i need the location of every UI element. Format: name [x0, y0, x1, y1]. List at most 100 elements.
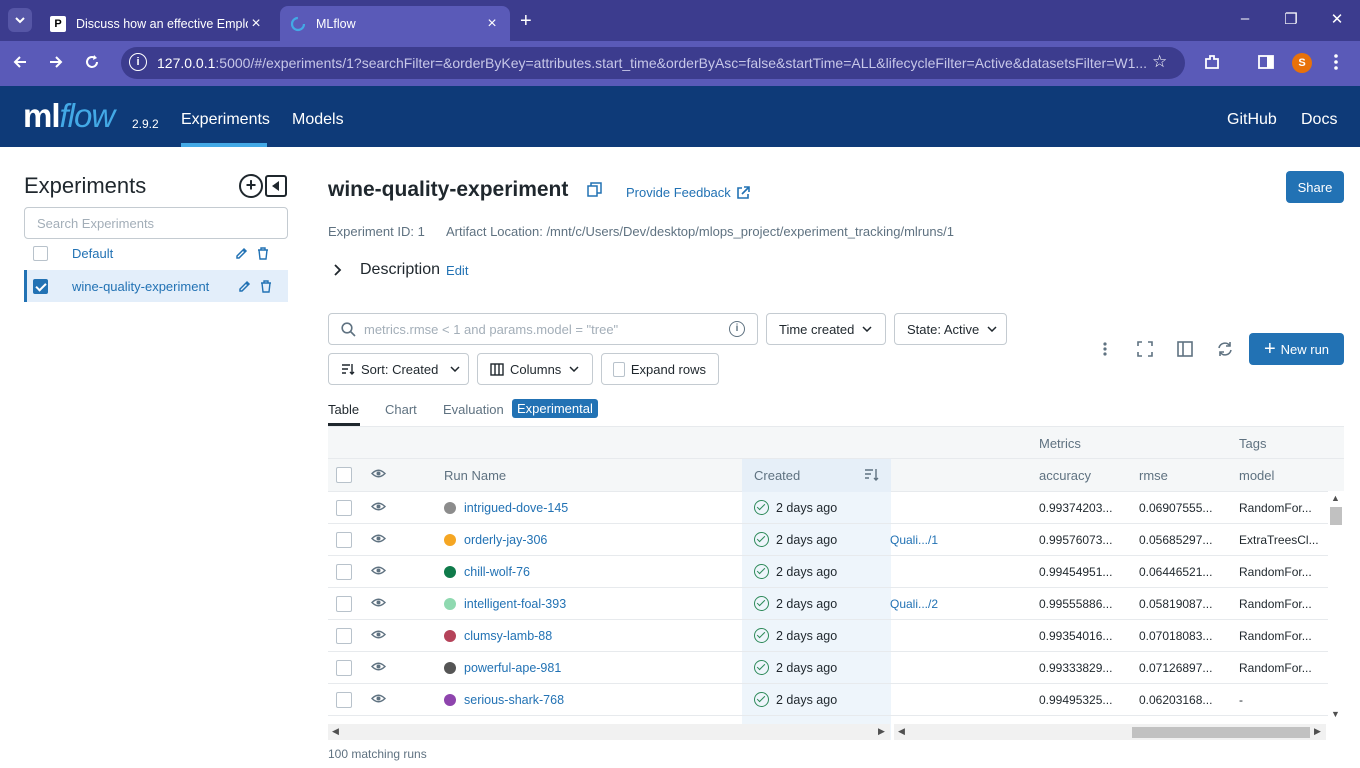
run-name-link[interactable]: powerful-ape-981: [464, 661, 561, 675]
share-button[interactable]: Share: [1286, 171, 1344, 203]
model-header[interactable]: model: [1239, 468, 1274, 483]
close-tab-icon[interactable]: ×: [484, 15, 500, 33]
eye-icon[interactable]: [371, 533, 386, 544]
state-dropdown[interactable]: State: Active: [894, 313, 1007, 345]
run-name-link[interactable]: clumsy-lamb-88: [464, 629, 552, 643]
nav-experiments[interactable]: Experiments: [181, 111, 270, 129]
eye-icon[interactable]: [371, 629, 386, 640]
columns-dropdown[interactable]: Columns: [477, 353, 593, 385]
side-panel-icon[interactable]: [1257, 53, 1275, 71]
url-bar[interactable]: 127.0.0.1:5000/#/experiments/1?searchFil…: [121, 47, 1185, 79]
profile-avatar[interactable]: S: [1292, 53, 1312, 73]
kebab-menu-icon[interactable]: [1097, 340, 1117, 360]
horizontal-scrollbar-left[interactable]: ◀ ▶: [328, 724, 890, 740]
minimize-icon[interactable]: –: [1235, 10, 1255, 27]
eye-icon[interactable]: [371, 597, 386, 608]
info-icon[interactable]: i: [729, 321, 745, 337]
copy-icon[interactable]: [587, 182, 602, 197]
close-window-icon[interactable]: ✕: [1327, 10, 1347, 28]
eye-icon[interactable]: [371, 468, 386, 479]
new-run-button[interactable]: + New run: [1249, 333, 1344, 365]
row-checkbox[interactable]: [336, 500, 352, 516]
run-name-link[interactable]: serious-shark-768: [464, 693, 564, 707]
time-created-dropdown[interactable]: Time created: [766, 313, 886, 345]
refresh-icon[interactable]: [1217, 340, 1237, 360]
sort-descending-icon[interactable]: [864, 468, 879, 481]
tab-table[interactable]: Table: [328, 402, 359, 417]
runs-search-input[interactable]: [364, 321, 724, 337]
scroll-left-icon[interactable]: ◀: [332, 726, 339, 737]
delete-trash-icon[interactable]: [260, 279, 272, 293]
dataset-cell[interactable]: Quali.../1: [890, 533, 938, 547]
vertical-scrollbar[interactable]: ▲ ▼: [1328, 491, 1344, 721]
delete-trash-icon[interactable]: [257, 246, 269, 260]
tab-evaluation[interactable]: Evaluation: [443, 402, 504, 417]
row-checkbox[interactable]: [336, 564, 352, 580]
table-row[interactable]: orderly-jay-306 2 days ago Quali.../1 0.995…: [328, 524, 1328, 556]
reload-icon[interactable]: [84, 54, 104, 70]
run-name-link[interactable]: intelligent-foal-393: [464, 597, 566, 611]
add-experiment-icon[interactable]: +: [239, 174, 263, 198]
run-name-link[interactable]: intrigued-dove-145: [464, 501, 568, 515]
scroll-up-icon[interactable]: ▲: [1331, 493, 1340, 503]
search-experiments-input[interactable]: [24, 207, 288, 239]
expand-rows-checkbox[interactable]: [613, 361, 625, 377]
horizontal-scroll-thumb[interactable]: [1132, 727, 1310, 738]
experiment-name[interactable]: wine-quality-experiment: [72, 279, 209, 294]
nav-models[interactable]: Models: [292, 111, 344, 129]
experiment-checkbox[interactable]: [33, 278, 48, 294]
close-tab-icon[interactable]: ×: [248, 15, 264, 33]
new-tab-icon[interactable]: +: [520, 10, 532, 33]
experiment-item-wine-quality[interactable]: wine-quality-experiment: [24, 270, 288, 302]
description-edit-link[interactable]: Edit: [446, 263, 468, 278]
experimental-badge[interactable]: Experimental: [512, 399, 598, 418]
table-row[interactable]: intrigued-dove-145 2 days ago 0.99374203..…: [328, 492, 1328, 524]
table-row[interactable]: chill-wolf-76 2 days ago 0.99454951... 0.06…: [328, 556, 1328, 588]
experiment-name[interactable]: Default: [72, 246, 113, 261]
scroll-down-icon[interactable]: ▼: [1331, 709, 1340, 719]
scroll-right-icon[interactable]: ▶: [878, 726, 885, 737]
restore-icon[interactable]: ❐: [1281, 10, 1301, 28]
created-header[interactable]: Created: [754, 468, 800, 483]
provide-feedback-link[interactable]: Provide Feedback: [626, 185, 750, 200]
nav-docs[interactable]: Docs: [1301, 111, 1337, 129]
edit-pencil-icon[interactable]: [235, 246, 249, 260]
horizontal-scrollbar-right[interactable]: ◀ ▶: [894, 724, 1326, 740]
vertical-scroll-thumb[interactable]: [1330, 507, 1342, 525]
table-row[interactable]: clumsy-lamb-88 2 days ago 0.99354016... 0.0…: [328, 620, 1328, 652]
experiment-item-default[interactable]: Default: [24, 237, 288, 269]
eye-icon[interactable]: [371, 565, 386, 576]
row-checkbox[interactable]: [336, 532, 352, 548]
tab-chart[interactable]: Chart: [385, 402, 417, 417]
bookmark-star-icon[interactable]: ☆: [1152, 52, 1167, 72]
runs-search-box[interactable]: i: [328, 313, 758, 345]
accuracy-header[interactable]: accuracy: [1039, 468, 1091, 483]
sort-dropdown[interactable]: Sort: Created: [328, 353, 469, 385]
site-info-icon[interactable]: i: [129, 53, 147, 71]
eye-icon[interactable]: [371, 661, 386, 672]
dataset-cell[interactable]: Quali.../2: [890, 597, 938, 611]
row-checkbox[interactable]: [336, 660, 352, 676]
fullscreen-icon[interactable]: [1137, 340, 1157, 360]
table-row[interactable]: intelligent-foal-393 2 days ago Quali.../2…: [328, 588, 1328, 620]
mlflow-logo[interactable]: mlflow: [23, 97, 115, 135]
select-all-checkbox[interactable]: [336, 467, 352, 483]
nav-github[interactable]: GitHub: [1227, 111, 1277, 129]
eye-icon[interactable]: [371, 501, 386, 512]
run-name-link[interactable]: orderly-jay-306: [464, 533, 547, 547]
rmse-header[interactable]: rmse: [1139, 468, 1168, 483]
run-name-header[interactable]: Run Name: [444, 468, 506, 483]
row-checkbox[interactable]: [336, 596, 352, 612]
run-name-link[interactable]: chill-wolf-76: [464, 565, 530, 579]
tab-search-chevron-icon[interactable]: [8, 8, 32, 32]
experiment-checkbox[interactable]: [33, 245, 48, 261]
row-checkbox[interactable]: [336, 692, 352, 708]
row-checkbox[interactable]: [336, 628, 352, 644]
forward-icon[interactable]: [48, 54, 68, 70]
scroll-left-icon[interactable]: ◀: [898, 726, 905, 737]
browser-tab-mlflow[interactable]: MLflow ×: [280, 6, 510, 41]
description-label[interactable]: Description: [360, 261, 440, 279]
scroll-right-icon[interactable]: ▶: [1314, 726, 1321, 737]
chevron-right-icon[interactable]: [332, 264, 350, 276]
browser-tab-discuss[interactable]: P Discuss how an effective Employ ×: [40, 6, 274, 41]
